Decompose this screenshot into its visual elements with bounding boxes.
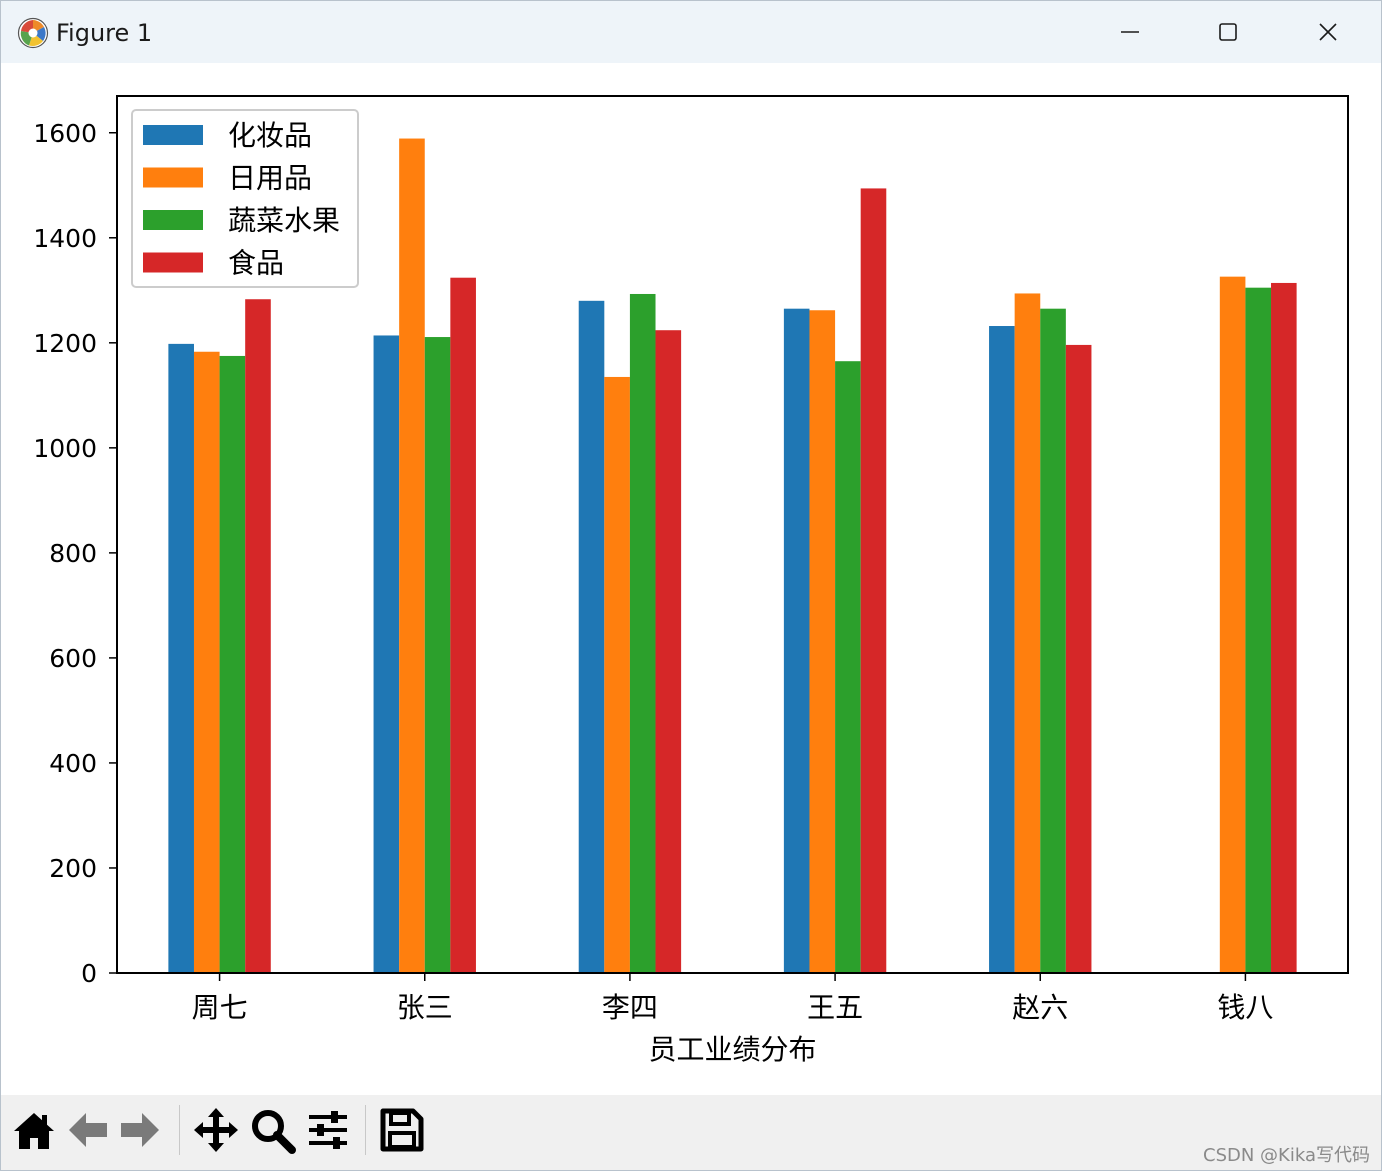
title-bar[interactable]: Figure 1 (1, 1, 1381, 63)
bar (450, 277, 476, 973)
bar (219, 355, 246, 973)
bar (245, 299, 271, 974)
bar (1245, 287, 1272, 973)
legend-label: 化妆品 (228, 119, 312, 152)
bar (783, 308, 810, 973)
y-tick-label: 600 (49, 644, 97, 673)
bar (1014, 293, 1041, 973)
bar (604, 376, 630, 973)
bar (860, 188, 887, 974)
y-tick-label: 200 (49, 854, 97, 883)
legend-label: 蔬菜水果 (228, 204, 340, 237)
y-tick-label: 1200 (33, 329, 97, 358)
close-icon (1319, 23, 1337, 41)
legend-swatch (143, 252, 203, 273)
zoom-icon (252, 1110, 296, 1154)
figure-canvas[interactable]: 0 200 400 600 800 1000 1200 1400 1600 周七 张三 李四 王五 赵六 钱… (1, 63, 1381, 1095)
back-button[interactable] (63, 1105, 113, 1155)
bar-chart: 0 200 400 600 800 1000 1200 1400 1600 周七 张三 李四 王五 赵六 钱… (33, 95, 1349, 1066)
y-tick-label: 1600 (33, 119, 97, 148)
window-title: Figure 1 (56, 19, 153, 47)
x-tick-label: 王五 (807, 991, 863, 1024)
x-tick-label: 周七 (192, 991, 248, 1024)
navigation-toolbar (1, 1095, 1381, 1170)
home-button[interactable] (9, 1105, 59, 1155)
y-tick-label: 800 (49, 539, 97, 568)
minimize-button[interactable] (1081, 1, 1179, 63)
figure-window: Figure 1 0 200 400 600 800 1000 1200 1400 1600 周七… (0, 0, 1382, 1171)
bar (1040, 308, 1066, 973)
toolbar-separator (179, 1105, 180, 1155)
save-icon (380, 1108, 424, 1152)
x-tick-label: 赵六 (1012, 991, 1068, 1024)
legend-swatch (143, 167, 203, 188)
configure-subplots-button[interactable] (303, 1105, 353, 1155)
close-button[interactable] (1279, 1, 1377, 63)
bar (809, 310, 836, 973)
save-button[interactable] (377, 1105, 427, 1155)
x-tick-label: 李四 (602, 991, 658, 1024)
maximize-button[interactable] (1179, 1, 1277, 63)
bar (373, 335, 400, 973)
matplotlib-logo-icon (17, 17, 49, 49)
bar (399, 138, 425, 974)
toolbar-separator (365, 1105, 366, 1155)
bar (655, 330, 682, 973)
bar (1065, 344, 1092, 973)
legend-swatch (143, 210, 203, 230)
y-tick-label: 400 (49, 749, 97, 778)
back-arrow-icon (69, 1113, 107, 1147)
pan-button[interactable] (191, 1105, 241, 1155)
bar (629, 293, 656, 973)
bar (193, 351, 220, 973)
watermark: CSDN @Kika写代码 (1203, 1145, 1370, 1166)
bar (424, 337, 451, 973)
forward-arrow-icon (121, 1113, 159, 1147)
bar (989, 326, 1015, 973)
configure-subplots-icon (309, 1111, 347, 1149)
bar (578, 300, 605, 974)
home-icon (14, 1113, 54, 1149)
forward-button[interactable] (115, 1105, 165, 1155)
bar (1271, 282, 1297, 973)
x-axis-label: 员工业绩分布 (648, 1033, 816, 1066)
bar (168, 343, 194, 973)
maximize-icon (1219, 23, 1237, 41)
legend-label: 日用品 (228, 162, 312, 195)
x-tick-label: 张三 (397, 991, 453, 1024)
bar (1219, 276, 1246, 973)
y-tick-label: 0 (81, 959, 97, 988)
minimize-icon (1121, 31, 1139, 33)
bar (835, 361, 861, 974)
y-tick-label: 1400 (33, 224, 97, 253)
pan-icon (194, 1108, 238, 1152)
legend-swatch (143, 125, 203, 145)
y-tick-label: 1000 (33, 434, 97, 463)
legend-label: 食品 (228, 247, 284, 280)
x-tick-label: 钱八 (1217, 991, 1273, 1024)
zoom-button[interactable] (247, 1105, 297, 1155)
